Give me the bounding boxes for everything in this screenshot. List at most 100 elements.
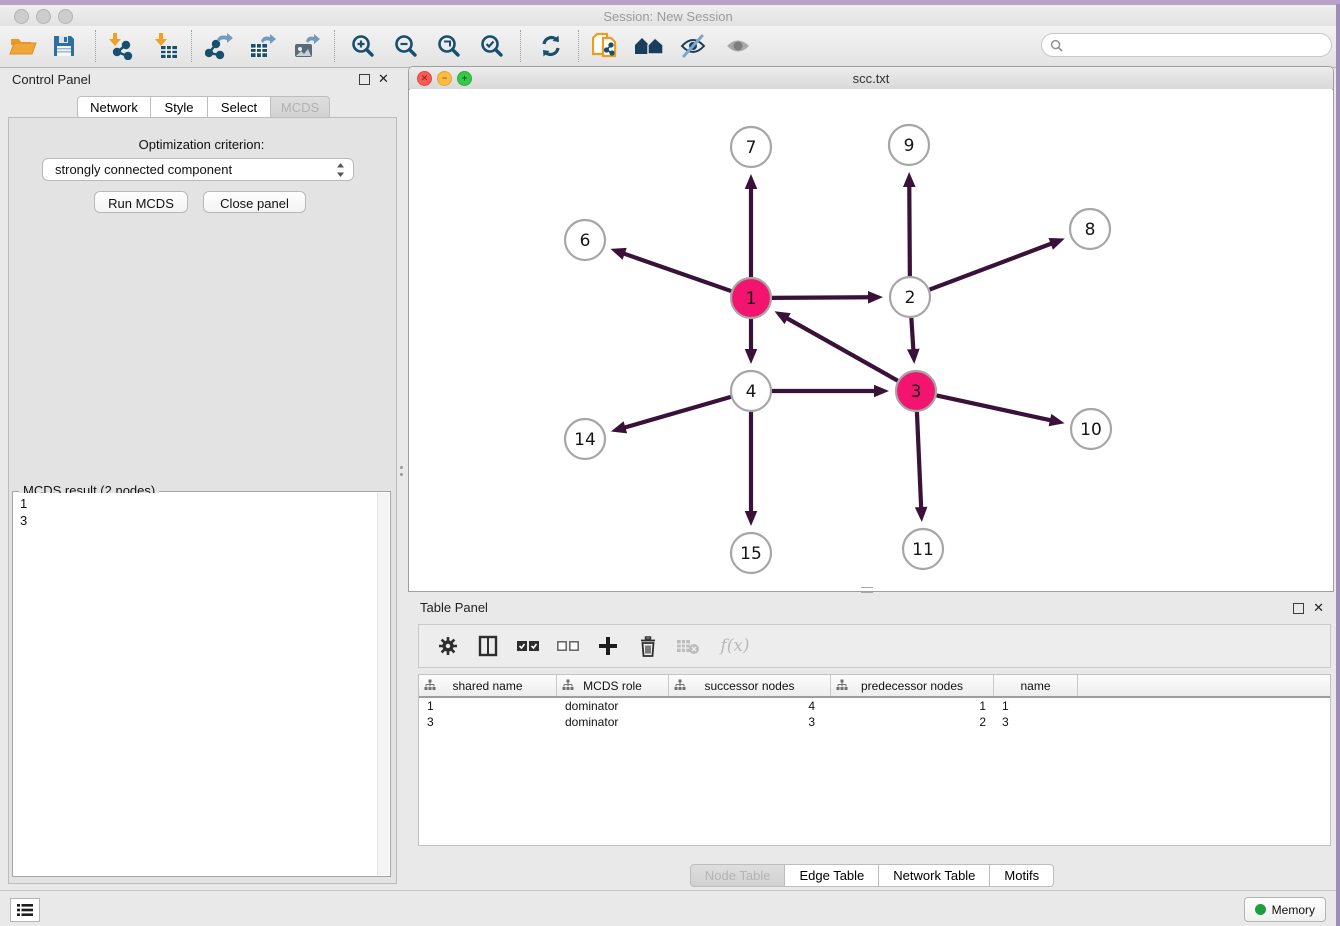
checked-boxes-icon (516, 639, 540, 653)
save-session-button[interactable] (46, 29, 82, 63)
show-panels-button[interactable] (720, 29, 756, 63)
network-maximize-button[interactable]: + (457, 71, 472, 86)
tab-node-table[interactable]: Node Table (690, 864, 786, 887)
view-splitter-handle[interactable] (861, 587, 873, 593)
mcds-result-list[interactable]: 1 3 (14, 493, 378, 875)
network-canvas[interactable]: 7968124314101511 (410, 89, 1332, 591)
search-box[interactable] (1041, 33, 1332, 57)
status-bar: Memory (0, 890, 1336, 926)
table-panel-close-button[interactable]: ✕ (1313, 602, 1324, 614)
zoom-fit-button[interactable] (431, 29, 467, 63)
cell-shared-name: 1 (419, 699, 557, 713)
float-icon (1293, 603, 1304, 614)
edge-arrowhead (745, 174, 758, 189)
zoom-out-button[interactable] (388, 29, 424, 63)
edge-2-9[interactable] (909, 185, 910, 276)
network-window-title: scc.txt (409, 71, 1333, 86)
edge-1-6[interactable] (623, 253, 731, 291)
tab-network[interactable]: Network (77, 96, 151, 119)
show-column-button[interactable] (475, 633, 501, 659)
import-network-button[interactable] (101, 29, 137, 63)
table-panel-float-button[interactable] (1293, 603, 1304, 614)
tab-style[interactable]: Style (151, 96, 208, 119)
edge-arrowhead (745, 511, 758, 526)
edge-3-11[interactable] (917, 412, 921, 509)
edge-1-2[interactable] (772, 297, 870, 298)
network-window-titlebar[interactable]: scc.txt ✕ − + (409, 67, 1333, 90)
panel-splitter[interactable] (400, 466, 403, 476)
graph-node-label: 6 (580, 231, 591, 251)
export-image-button[interactable] (289, 29, 325, 63)
table-panel-title: Table Panel (420, 600, 488, 615)
home-button[interactable] (631, 29, 667, 63)
zoom-out-icon (393, 33, 419, 59)
clone-network-button[interactable] (588, 29, 624, 63)
apply-layout-button[interactable] (533, 29, 569, 63)
toolbar-separator (334, 30, 335, 62)
criterion-value: strongly connected component (55, 162, 336, 177)
network-view-window: scc.txt ✕ − + 7968124314101511 (408, 66, 1334, 592)
search-input[interactable] (1068, 37, 1331, 53)
edge-2-8[interactable] (930, 243, 1053, 289)
edge-3-1[interactable] (786, 318, 898, 381)
main-toolbar (0, 26, 1336, 68)
unselect-all-columns-button[interactable] (555, 633, 581, 659)
create-column-button[interactable] (595, 633, 621, 659)
tab-network-table[interactable]: Network Table (879, 864, 990, 887)
column-header-shared-name[interactable]: shared name (419, 675, 557, 696)
run-mcds-button[interactable]: Run MCDS (94, 191, 188, 213)
export-table-icon (249, 32, 277, 60)
memory-button[interactable]: Memory (1244, 897, 1326, 922)
open-folder-icon (9, 34, 37, 58)
close-panel-button[interactable]: Close panel (203, 191, 306, 213)
table-panel: Table Panel ✕ (408, 596, 1336, 886)
home-icon (634, 34, 664, 58)
zoom-in-button[interactable] (345, 29, 381, 63)
tab-edge-table[interactable]: Edge Table (785, 864, 879, 887)
export-network-button[interactable] (201, 29, 237, 63)
open-session-button[interactable] (5, 29, 41, 63)
list-icon (17, 903, 33, 917)
graph-node-label: 15 (740, 544, 762, 564)
node-table-header: shared name MCDS role successor nodes (419, 675, 1330, 698)
refresh-icon (538, 33, 564, 59)
search-icon (1050, 39, 1063, 52)
zoom-fit-icon (436, 33, 462, 59)
result-scrollbar[interactable] (377, 493, 389, 875)
zoom-selected-button[interactable] (474, 29, 510, 63)
control-panel-float-button[interactable] (359, 74, 370, 85)
clone-network-icon (592, 32, 620, 60)
tree-icon (562, 679, 574, 691)
delete-column-button[interactable] (635, 633, 661, 659)
criterion-select[interactable]: strongly connected component (42, 158, 354, 181)
network-graph[interactable]: 7968124314101511 (410, 89, 1332, 591)
zoom-selected-icon (479, 33, 505, 59)
control-panel-close-button[interactable]: ✕ (378, 73, 389, 85)
graph-node-label: 7 (746, 138, 757, 158)
tree-icon (424, 679, 436, 691)
edge-3-10[interactable] (937, 395, 1052, 420)
table-row[interactable]: 3 dominator 3 2 3 (419, 714, 1330, 730)
column-header-name[interactable]: name (994, 675, 1078, 696)
column-header-mcds-role[interactable]: MCDS role (557, 675, 669, 696)
edge-arrowhead (903, 172, 916, 187)
column-header-successor-nodes[interactable]: successor nodes (669, 675, 831, 696)
task-history-button[interactable] (10, 898, 40, 922)
column-header-predecessor-nodes[interactable]: predecessor nodes (831, 675, 994, 696)
float-icon (359, 74, 370, 85)
select-all-columns-button[interactable] (515, 633, 541, 659)
tab-mcds[interactable]: MCDS (271, 96, 330, 119)
table-row[interactable]: 1 dominator 4 1 1 (419, 698, 1330, 714)
export-table-button[interactable] (245, 29, 281, 63)
network-minimize-button[interactable]: − (437, 71, 452, 86)
edge-4-14[interactable] (623, 397, 730, 428)
cell-predecessor-nodes: 1 (831, 699, 994, 713)
import-table-button[interactable] (147, 29, 183, 63)
hide-panels-button[interactable] (675, 29, 711, 63)
table-settings-button[interactable] (435, 633, 461, 659)
edge-2-3[interactable] (911, 318, 913, 351)
network-close-button[interactable]: ✕ (417, 71, 432, 86)
tab-select[interactable]: Select (208, 96, 271, 119)
toolbar-separator (95, 30, 96, 62)
tab-motifs[interactable]: Motifs (990, 864, 1054, 887)
